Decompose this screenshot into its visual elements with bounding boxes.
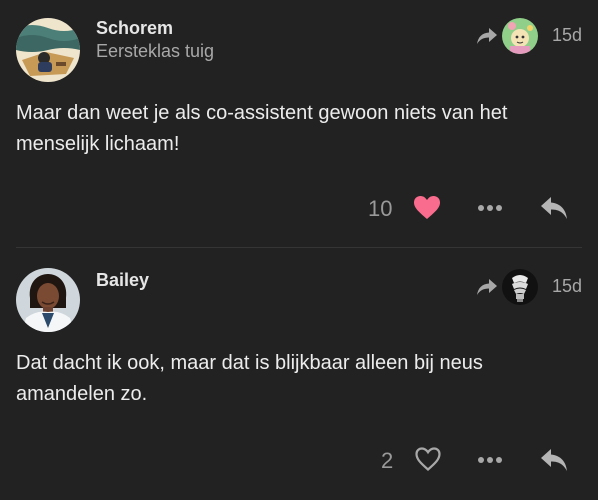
post-body: Dat dacht ik ook, maar dat is blijkbaar … [16,352,483,405]
avatar[interactable] [16,18,80,82]
reply-to-avatar[interactable] [502,18,538,54]
reply-to-icon[interactable] [476,278,498,296]
post-body: Maar dan weet je als co-assistent gewoon… [16,102,508,155]
reply-icon[interactable] [540,196,568,220]
heart-icon[interactable] [414,446,442,472]
username[interactable]: Schorem [96,18,173,39]
heart-icon[interactable] [413,195,441,221]
post: Schorem Eersteklas tuig 15d Maar dan wee… [0,0,598,248]
reply-to-avatar[interactable] [502,269,538,305]
reply-icon[interactable] [540,448,568,472]
post-date[interactable]: 15d [552,25,582,46]
reply-to-icon[interactable] [476,27,498,45]
post-date[interactable]: 15d [552,276,582,297]
like-count[interactable]: 10 [368,196,392,222]
avatar[interactable] [16,268,80,332]
more-options-icon[interactable] [477,204,503,212]
username[interactable]: Bailey [96,270,149,291]
user-title: Eersteklas tuig [96,41,215,61]
post: Bailey 15d Dat dacht ik ook, maar dat is… [0,249,598,500]
post-divider [16,247,582,248]
more-options-icon[interactable] [477,456,503,464]
like-count[interactable]: 2 [381,448,393,474]
